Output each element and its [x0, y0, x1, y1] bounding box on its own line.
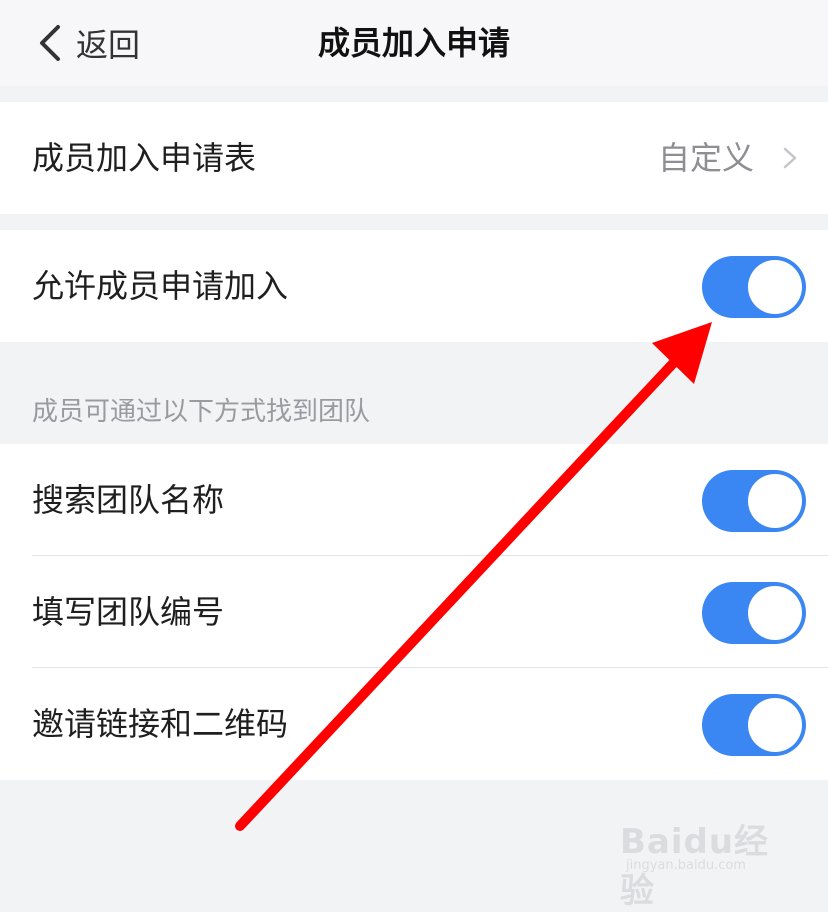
- watermark-brand: Baidu经验: [620, 822, 770, 911]
- application-form-row[interactable]: 成员加入申请表 自定义: [0, 102, 828, 214]
- allow-apply-toggle[interactable]: [702, 256, 806, 318]
- application-form-value: 自定义: [657, 139, 754, 177]
- watermark-url: jingyan.baidu.com: [626, 858, 746, 873]
- search-team-name-toggle[interactable]: [702, 470, 806, 532]
- search-team-name-label: 搜索团队名称: [32, 481, 225, 519]
- section-caption: 成员可通过以下方式找到团队: [32, 397, 371, 427]
- settings-card-form: 成员加入申请表 自定义: [0, 102, 828, 214]
- discovery-row-number: 填写团队编号: [0, 556, 828, 668]
- discovery-row-invite: 邀请链接和二维码: [0, 668, 828, 780]
- settings-card-allow: 允许成员申请加入: [0, 230, 828, 342]
- allow-apply-label: 允许成员申请加入: [32, 267, 289, 305]
- toggle-knob: [748, 260, 802, 314]
- toggle-knob: [748, 698, 802, 752]
- discovery-row-search: 搜索团队名称: [0, 444, 828, 556]
- page-title: 成员加入申请: [317, 24, 510, 62]
- team-number-toggle[interactable]: [702, 582, 806, 644]
- application-form-label: 成员加入申请表: [32, 139, 257, 177]
- settings-card-discovery: 搜索团队名称 填写团队编号 邀请链接和二维码: [0, 444, 828, 780]
- toggle-knob: [748, 586, 802, 640]
- allow-apply-row: 允许成员申请加入: [0, 230, 828, 342]
- chevron-right-icon: [783, 147, 797, 169]
- team-number-label: 填写团队编号: [32, 593, 225, 631]
- baidu-watermark: Baidu经验 jingyan.baidu.com: [620, 814, 780, 911]
- toggle-knob: [748, 474, 802, 528]
- nav-bar: 返回 成员加入申请: [0, 0, 828, 86]
- invite-link-qr-toggle[interactable]: [702, 694, 806, 756]
- invite-link-qr-label: 邀请链接和二维码: [32, 705, 289, 743]
